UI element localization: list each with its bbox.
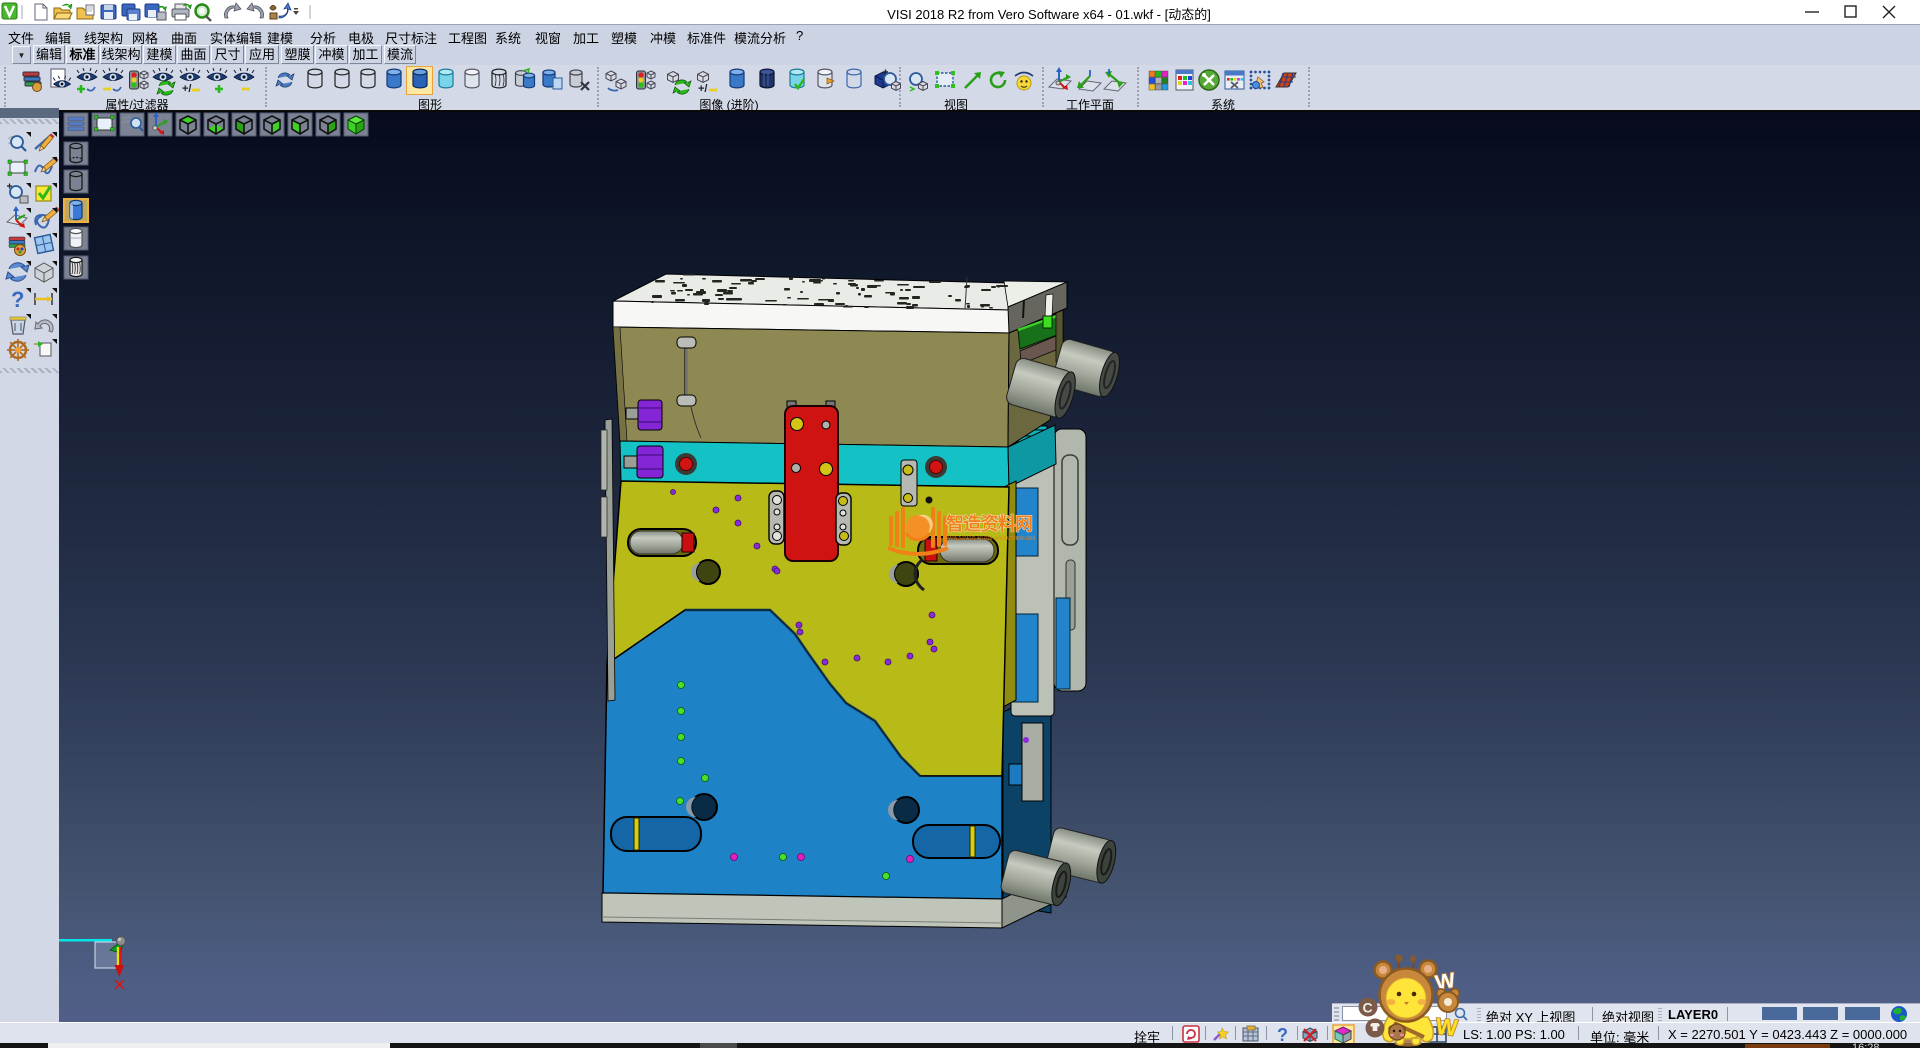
svg-text:+/: +/ [698, 83, 707, 95]
svg-text:?: ? [11, 287, 24, 312]
svg-text:W: W [1434, 1013, 1459, 1041]
svg-text:C: C [1363, 1000, 1373, 1016]
svg-text:?: ? [1277, 1025, 1288, 1044]
svg-text:+/: +/ [182, 83, 191, 95]
